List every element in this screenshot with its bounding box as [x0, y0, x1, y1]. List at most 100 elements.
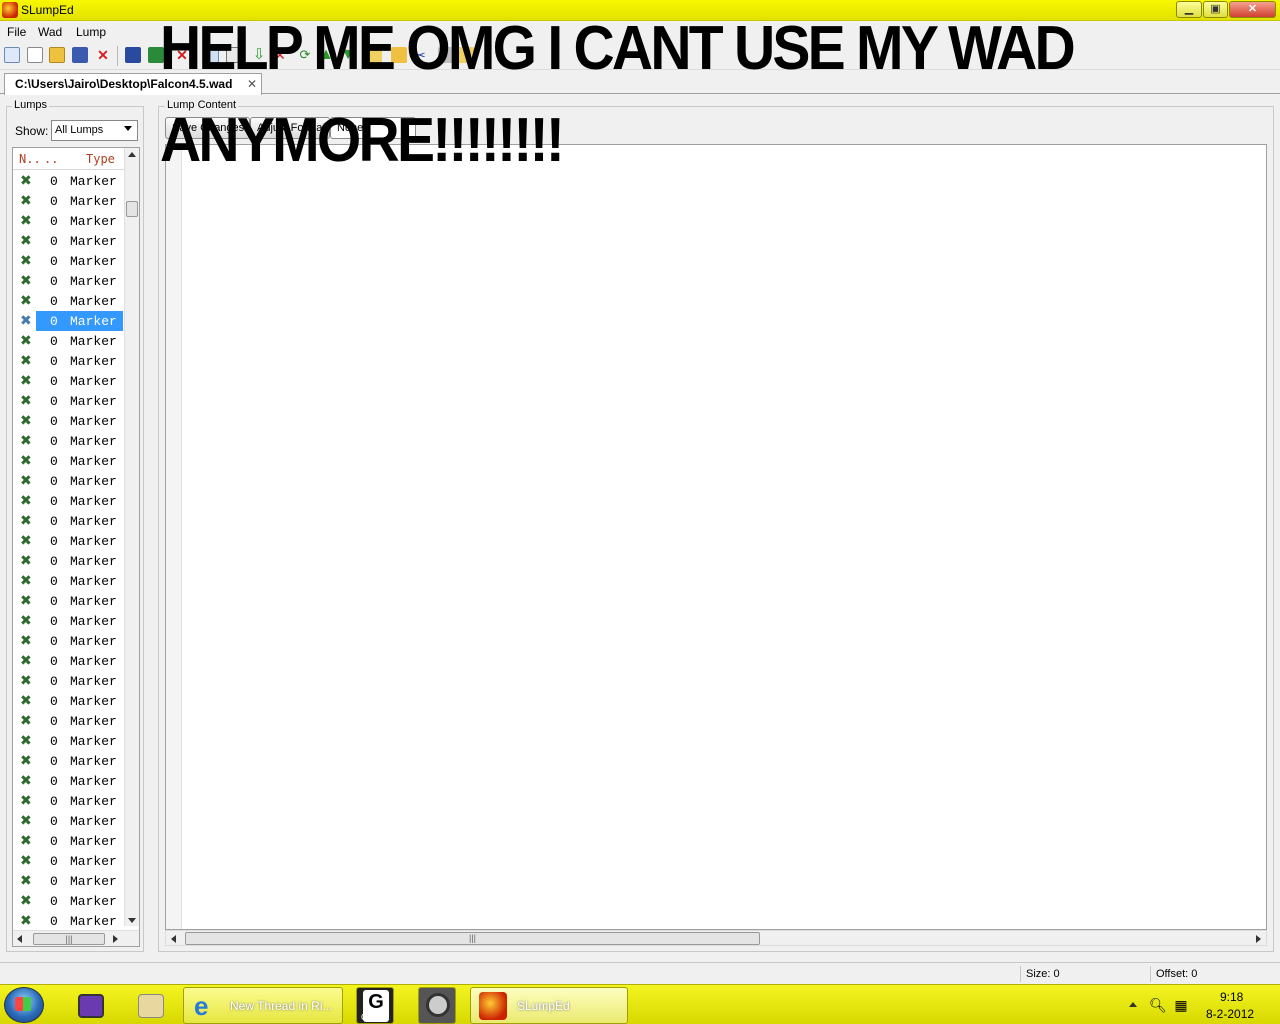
- lump-row[interactable]: ✖ 0 Marker: [13, 291, 125, 311]
- scroll-thumb[interactable]: |||: [185, 932, 760, 945]
- lump-row[interactable]: ✖ 0 Marker: [13, 671, 125, 691]
- lump-row[interactable]: ✖ 0 Marker: [13, 451, 125, 471]
- lump-row[interactable]: ✖ 0 Marker: [13, 191, 125, 211]
- lump-row[interactable]: ✖ 0 Marker: [13, 851, 125, 871]
- lump-row[interactable]: ✖ 0 Marker: [13, 891, 125, 911]
- search-icon[interactable]: 🔍︎: [1149, 997, 1167, 1013]
- pinned-emulator[interactable]: [62, 989, 118, 1023]
- lump-row[interactable]: ✖ 0 Marker: [13, 691, 125, 711]
- task-gens[interactable]: G Gens: [356, 987, 394, 1024]
- lump-row[interactable]: ✖ 0 Marker: [13, 771, 125, 791]
- clock-date[interactable]: 8-2-2012: [1206, 1007, 1254, 1021]
- marker-x-icon: ✖: [20, 773, 32, 789]
- lump-row[interactable]: ✖ 0 Marker: [13, 411, 125, 431]
- scroll-thumb[interactable]: |||: [33, 933, 105, 945]
- lump-type: Marker: [70, 434, 117, 449]
- new-wad-icon[interactable]: [4, 47, 20, 63]
- lump-row[interactable]: ✖ 0 Marker: [13, 811, 125, 831]
- windows-logo-icon: [15, 997, 31, 1011]
- lump-row[interactable]: ✖ 0 Marker: [13, 791, 125, 811]
- lump-list-vertical-scrollbar[interactable]: [124, 148, 139, 926]
- lump-row[interactable]: ✖ 0 Marker: [13, 551, 125, 571]
- lump-row[interactable]: ✖ 0 Marker: [13, 731, 125, 751]
- lump-list-horizontal-scrollbar[interactable]: |||: [13, 930, 139, 946]
- scroll-up-arrow-icon[interactable]: [128, 152, 136, 157]
- lump-row[interactable]: ✖ 0 Marker: [13, 371, 125, 391]
- lump-size: 0: [50, 394, 58, 409]
- marker-x-icon: ✖: [20, 253, 32, 269]
- lump-row[interactable]: ✖ 0 Marker: [13, 171, 125, 191]
- lump-row[interactable]: ✖ 0 Marker: [13, 911, 125, 931]
- chevron-down-icon[interactable]: [124, 126, 132, 131]
- lump-type: Marker: [70, 674, 117, 689]
- lump-list[interactable]: N.. .. Type ✖ 0 Marker ✖ 0 Marker ✖ 0 Marker ✖ 0 Ma…: [12, 147, 140, 947]
- scroll-right-arrow-icon[interactable]: [1256, 935, 1261, 943]
- menu-wad[interactable]: Wad: [38, 25, 62, 39]
- task-steam[interactable]: [418, 987, 456, 1024]
- lump-row[interactable]: ✖ 0 Marker: [13, 251, 125, 271]
- column-header-type[interactable]: Type: [86, 152, 115, 166]
- lump-type: Marker: [70, 194, 117, 209]
- lump-size: 0: [50, 734, 58, 749]
- lump-row[interactable]: ✖ 0 Marker: [13, 711, 125, 731]
- minimize-button[interactable]: ▁: [1176, 1, 1202, 18]
- lump-row[interactable]: ✖ 0 Marker: [13, 511, 125, 531]
- menu-file[interactable]: File: [7, 25, 26, 39]
- lump-type: Marker: [70, 894, 117, 909]
- scroll-left-arrow-icon[interactable]: [17, 935, 22, 943]
- column-header-size[interactable]: ..: [44, 152, 58, 166]
- lump-row[interactable]: ✖ 0 Marker: [13, 311, 125, 331]
- clock-time[interactable]: 9:18: [1220, 990, 1243, 1004]
- editor-gutter: [166, 145, 182, 929]
- slumped-app-icon[interactable]: [2, 2, 18, 18]
- menu-lump[interactable]: Lump: [76, 25, 106, 39]
- lump-row[interactable]: ✖ 0 Marker: [13, 471, 125, 491]
- lump-row[interactable]: ✖ 0 Marker: [13, 531, 125, 551]
- network-icon[interactable]: ▦: [1173, 997, 1189, 1013]
- lump-size: 0: [50, 594, 58, 609]
- lump-row[interactable]: ✖ 0 Marker: [13, 751, 125, 771]
- lump-row[interactable]: ✖ 0 Marker: [13, 611, 125, 631]
- lump-type: Marker: [70, 214, 117, 229]
- lump-row[interactable]: ✖ 0 Marker: [13, 331, 125, 351]
- close-button[interactable]: ✕: [1229, 1, 1276, 18]
- lump-row[interactable]: ✖ 0 Marker: [13, 591, 125, 611]
- lump-row[interactable]: ✖ 0 Marker: [13, 631, 125, 651]
- pinned-explorer[interactable]: [122, 989, 178, 1023]
- new-file-icon[interactable]: [27, 47, 43, 63]
- lump-type: Marker: [70, 634, 117, 649]
- save-icon[interactable]: [125, 47, 141, 63]
- show-hidden-icons-chevron-icon[interactable]: [1129, 1002, 1137, 1007]
- maximize-button[interactable]: ▣: [1203, 1, 1228, 18]
- lump-row[interactable]: ✖ 0 Marker: [13, 391, 125, 411]
- marker-x-icon: ✖: [20, 633, 32, 649]
- open-folder-icon[interactable]: [49, 47, 65, 63]
- lump-type: Marker: [70, 594, 117, 609]
- lump-row[interactable]: ✖ 0 Marker: [13, 351, 125, 371]
- task-slumped[interactable]: SLumpEd: [470, 987, 628, 1024]
- lump-row[interactable]: ✖ 0 Marker: [13, 211, 125, 231]
- scroll-right-arrow-icon[interactable]: [113, 935, 118, 943]
- lump-row[interactable]: ✖ 0 Marker: [13, 651, 125, 671]
- close-wad-icon[interactable]: ✕: [95, 47, 111, 63]
- lump-row[interactable]: ✖ 0 Marker: [13, 831, 125, 851]
- marker-x-icon: ✖: [20, 713, 32, 729]
- column-header-name[interactable]: N..: [19, 152, 41, 166]
- scroll-down-arrow-icon[interactable]: [128, 918, 136, 923]
- marker-x-icon: ✖: [20, 733, 32, 749]
- lump-row[interactable]: ✖ 0 Marker: [13, 491, 125, 511]
- lump-row[interactable]: ✖ 0 Marker: [13, 571, 125, 591]
- lump-size: 0: [50, 294, 58, 309]
- lump-row[interactable]: ✖ 0 Marker: [13, 431, 125, 451]
- scroll-thumb[interactable]: [126, 201, 138, 217]
- lump-row[interactable]: ✖ 0 Marker: [13, 231, 125, 251]
- save-wad-icon[interactable]: [72, 47, 88, 63]
- lump-type: Marker: [70, 294, 117, 309]
- lump-row[interactable]: ✖ 0 Marker: [13, 271, 125, 291]
- lump-content-editor[interactable]: [165, 144, 1267, 930]
- lump-row[interactable]: ✖ 0 Marker: [13, 871, 125, 891]
- lump-size: 0: [50, 214, 58, 229]
- scroll-left-arrow-icon[interactable]: [171, 935, 176, 943]
- editor-horizontal-scrollbar[interactable]: |||: [165, 930, 1267, 946]
- task-browser[interactable]: e New Thread in Ri...: [183, 987, 343, 1024]
